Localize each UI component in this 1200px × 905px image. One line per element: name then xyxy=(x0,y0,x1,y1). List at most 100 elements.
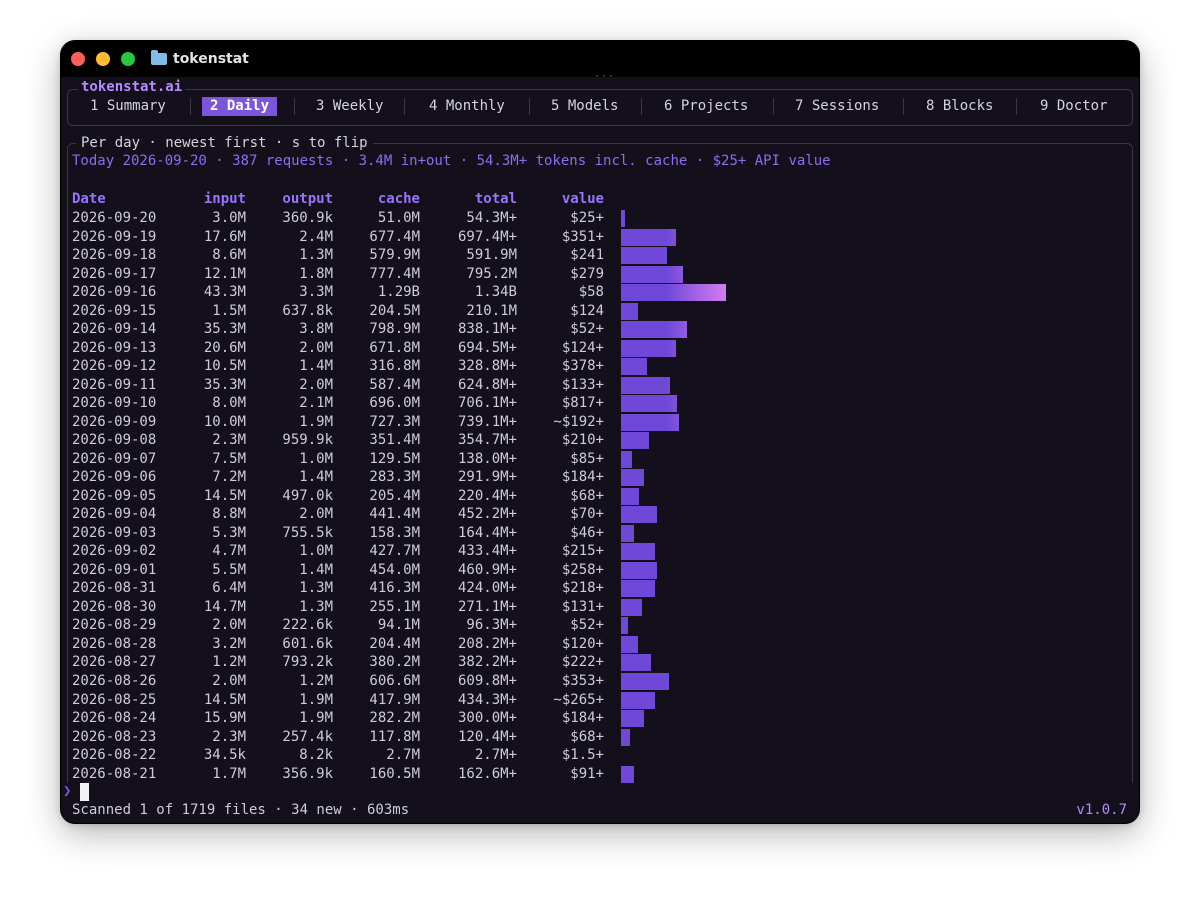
cell-value: $184+ xyxy=(561,469,604,485)
cell-cache: 2.7M xyxy=(386,747,420,763)
cell-date: 2026-09-17 xyxy=(72,266,157,282)
usage-bar xyxy=(621,766,634,783)
cell-input: 2.3M xyxy=(212,729,246,745)
cell-output: 1.0M xyxy=(299,451,333,467)
usage-bar xyxy=(621,247,667,264)
cell-date: 2026-08-27 xyxy=(72,654,157,670)
cell-total: 739.1M+ xyxy=(457,414,517,430)
tab-blocks[interactable]: 8 Blocks xyxy=(918,97,1001,116)
usage-bar xyxy=(621,562,657,579)
cell-date: 2026-08-30 xyxy=(72,599,157,615)
usage-bar xyxy=(621,636,638,653)
cell-output: 1.8M xyxy=(299,266,333,282)
cell-cache: 606.6M xyxy=(369,673,420,689)
cell-total: 210.1M xyxy=(466,303,517,319)
window-title: tokenstat xyxy=(151,50,249,68)
status-text: Scanned 1 of 1719 files · 34 new · 603ms xyxy=(72,802,410,818)
cell-cache: 441.4M xyxy=(369,506,420,522)
cell-value: $68+ xyxy=(570,729,604,745)
zoom-window-button[interactable] xyxy=(121,52,135,66)
cell-output: 3.3M xyxy=(299,284,333,300)
usage-bar xyxy=(621,451,632,468)
cell-output: 356.9k xyxy=(282,766,333,782)
usage-bar xyxy=(621,692,655,709)
title-bar: tokenstat ··· xyxy=(61,41,1139,82)
header-input[interactable]: input xyxy=(204,191,246,208)
cell-cache: 204.5M xyxy=(369,303,420,319)
tab-divider xyxy=(903,98,904,115)
cell-date: 2026-08-21 xyxy=(72,766,157,782)
usage-bar xyxy=(621,506,657,523)
cell-total: 220.4M+ xyxy=(457,488,517,504)
tab-projects[interactable]: 6 Projects xyxy=(656,97,756,116)
tab-doctor[interactable]: 9 Doctor xyxy=(1032,97,1115,116)
tab-weekly[interactable]: 3 Weekly xyxy=(308,97,391,116)
drag-handle-icon[interactable]: ··· xyxy=(594,72,615,82)
minimize-window-button[interactable] xyxy=(96,52,110,66)
cell-input: 12.1M xyxy=(203,266,246,282)
cell-total: 838.1M+ xyxy=(457,321,517,337)
close-window-button[interactable] xyxy=(71,52,85,66)
cell-input: 34.5k xyxy=(203,747,246,763)
cell-output: 637.8k xyxy=(282,303,333,319)
cell-date: 2026-09-09 xyxy=(72,414,157,430)
tab-monthly[interactable]: 4 Monthly xyxy=(421,97,513,116)
cell-total: 1.34B xyxy=(474,284,517,300)
window-title-text: tokenstat xyxy=(173,51,249,67)
cell-date: 2026-09-15 xyxy=(72,303,157,319)
usage-bar xyxy=(621,488,639,505)
cell-input: 5.3M xyxy=(212,525,246,541)
cell-date: 2026-09-08 xyxy=(72,432,157,448)
cell-input: 3.0M xyxy=(212,210,246,226)
header-date[interactable]: Date xyxy=(72,191,106,208)
cell-input: 20.6M xyxy=(203,340,246,356)
cell-date: 2026-09-12 xyxy=(72,358,157,374)
cell-value: $222+ xyxy=(561,654,604,670)
cell-total: 271.1M+ xyxy=(457,599,517,615)
usage-bar xyxy=(621,729,630,746)
cell-date: 2026-09-06 xyxy=(72,469,157,485)
cell-total: 694.5M+ xyxy=(457,340,517,356)
cell-output: 3.8M xyxy=(299,321,333,337)
cell-input: 14.5M xyxy=(203,488,246,504)
cell-value: $133+ xyxy=(561,377,604,393)
cell-output: 1.4M xyxy=(299,562,333,578)
cell-value: $85+ xyxy=(570,451,604,467)
cell-value: $68+ xyxy=(570,488,604,504)
cell-input: 10.5M xyxy=(203,358,246,374)
cell-cache: 117.8M xyxy=(369,729,420,745)
cell-output: 1.0M xyxy=(299,543,333,559)
usage-bar xyxy=(621,266,683,283)
usage-bar xyxy=(621,654,651,671)
folder-icon xyxy=(151,50,167,65)
tab-sessions[interactable]: 7 Sessions xyxy=(787,97,887,116)
header-value[interactable]: value xyxy=(562,191,604,208)
header-cache[interactable]: cache xyxy=(378,191,420,208)
cell-output: 2.0M xyxy=(299,340,333,356)
prompt-caret: ❯ xyxy=(63,783,72,799)
cell-date: 2026-08-24 xyxy=(72,710,157,726)
cell-cache: 51.0M xyxy=(377,210,420,226)
tab-summary[interactable]: 1 Summary xyxy=(82,97,174,116)
text-cursor[interactable] xyxy=(80,783,89,801)
app-brand: tokenstat.ai xyxy=(78,79,186,95)
cell-total: 162.6M+ xyxy=(457,766,517,782)
tab-models[interactable]: 5 Models xyxy=(543,97,626,116)
cell-cache: 671.8M xyxy=(369,340,420,356)
header-total[interactable]: total xyxy=(475,191,517,208)
cell-input: 7.5M xyxy=(212,451,246,467)
cell-total: 624.8M+ xyxy=(457,377,517,393)
cell-input: 1.7M xyxy=(212,766,246,782)
cell-value: $215+ xyxy=(561,543,604,559)
header-output[interactable]: output xyxy=(282,191,333,208)
tab-divider xyxy=(1016,98,1017,115)
cell-input: 7.2M xyxy=(212,469,246,485)
cell-input: 8.6M xyxy=(212,247,246,263)
cell-input: 43.3M xyxy=(203,284,246,300)
cell-value: $378+ xyxy=(561,358,604,374)
cell-output: 2.0M xyxy=(299,377,333,393)
usage-bar xyxy=(621,321,687,338)
cell-output: 2.4M xyxy=(299,229,333,245)
tab-divider xyxy=(641,98,642,115)
tab-daily[interactable]: 2 Daily xyxy=(202,97,278,116)
